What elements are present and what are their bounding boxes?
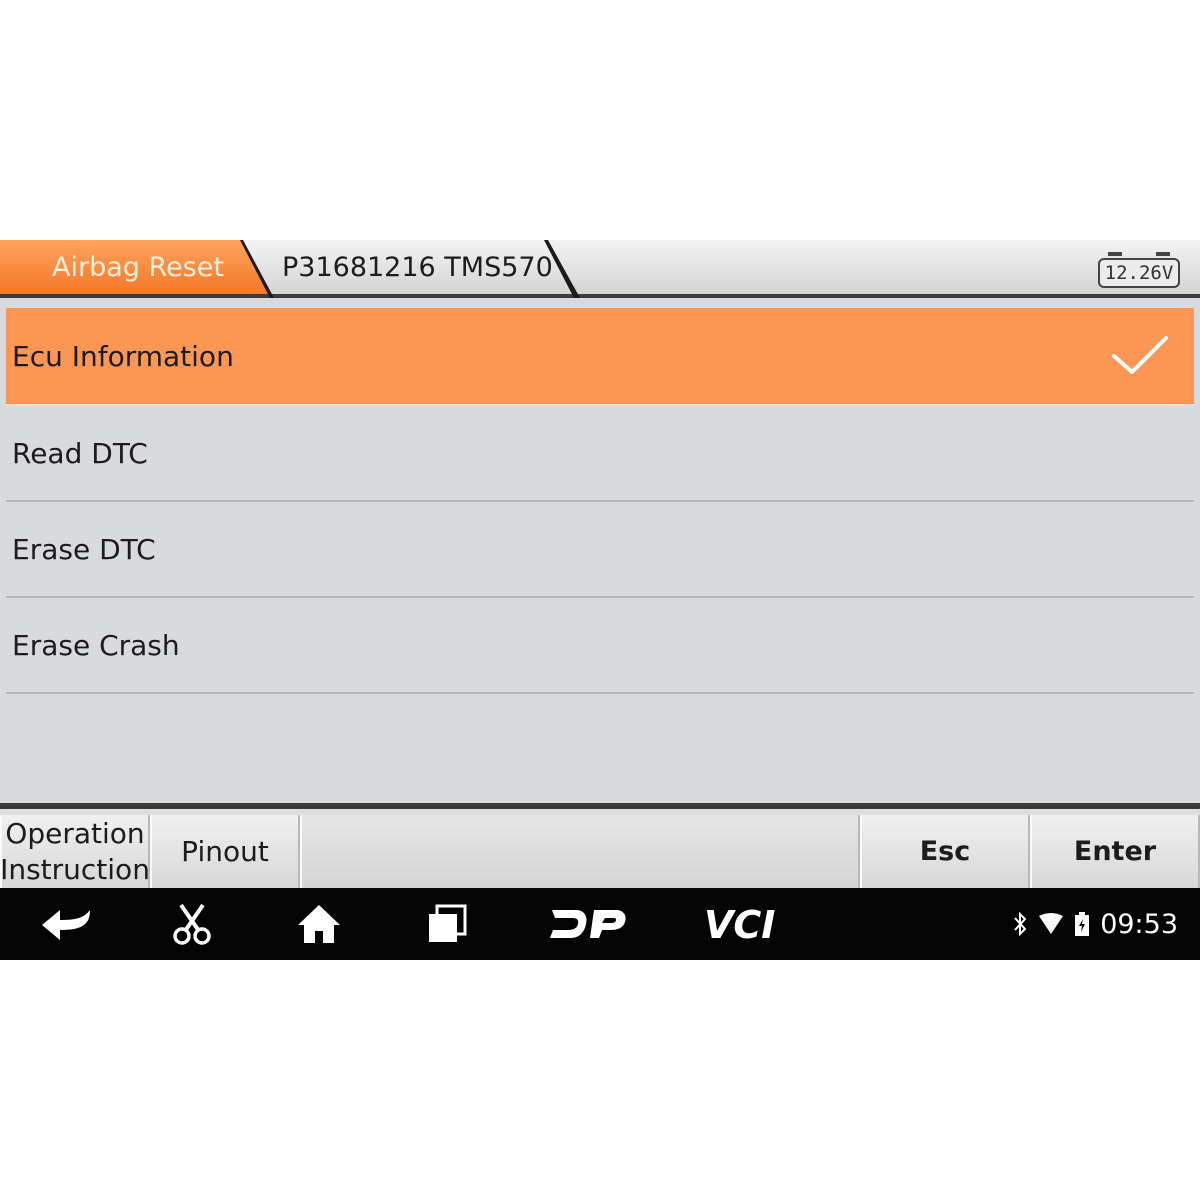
vci-label: VCI xyxy=(704,906,775,942)
breadcrumb-item-airbag-reset[interactable]: Airbag Reset xyxy=(0,240,272,294)
esc-button[interactable]: Esc xyxy=(860,815,1030,889)
button-label-line: Operation xyxy=(5,817,145,850)
vci-icon[interactable]: VCI xyxy=(700,902,794,946)
breadcrumb-bar: Airbag Reset P31681216 TMS570 12.26V xyxy=(0,240,1200,298)
battery-voltage-value: 12.26V xyxy=(1098,258,1180,288)
battery-terminal xyxy=(1108,252,1122,256)
status-area: 09:53 xyxy=(1012,902,1178,946)
list-item-label: Erase Crash xyxy=(12,628,180,662)
breadcrumb-label: Airbag Reset xyxy=(52,251,224,283)
home-icon[interactable] xyxy=(294,902,344,946)
bluetooth-icon xyxy=(1014,911,1027,937)
action-button-bar: Operation Instruction Pinout Esc Enter xyxy=(0,803,1200,889)
button-label: Esc xyxy=(919,836,971,867)
enter-button[interactable]: Enter xyxy=(1030,815,1200,889)
system-navigation-bar: VCI 09:53 xyxy=(0,888,1200,960)
list-item-label: Erase DTC xyxy=(12,532,156,566)
app-screen: Airbag Reset P31681216 TMS570 12.26V Ecu… xyxy=(0,240,1200,960)
button-label: Enter xyxy=(1073,836,1157,867)
breadcrumb-item-ecu[interactable]: P31681216 TMS570 xyxy=(258,240,580,294)
list-item-erase-crash[interactable]: Erase Crash xyxy=(6,598,1194,694)
button-label-line: Instruction xyxy=(0,853,150,886)
list-item-label: Read DTC xyxy=(12,436,148,470)
list-item-ecu-information[interactable]: Ecu Information xyxy=(6,308,1194,406)
battery-icon xyxy=(1075,912,1090,936)
wifi-icon xyxy=(1039,913,1064,934)
function-list: Ecu Information Read DTC Erase DTC Erase… xyxy=(6,308,1194,694)
back-icon[interactable] xyxy=(36,902,96,946)
operation-instruction-button[interactable]: Operation Instruction xyxy=(0,815,150,889)
list-item-read-dtc[interactable]: Read DTC xyxy=(6,406,1194,502)
empty-button-slot xyxy=(300,815,860,889)
status-time: 09:53 xyxy=(1100,908,1178,940)
breadcrumb-label: P31681216 TMS570 xyxy=(282,251,553,283)
button-label: Pinout xyxy=(181,835,269,868)
pinout-button[interactable]: Pinout xyxy=(150,815,300,889)
battery-voltage-indicator: 12.26V xyxy=(1098,252,1184,288)
recent-apps-icon[interactable] xyxy=(424,902,470,946)
dp-icon[interactable] xyxy=(548,902,628,946)
battery-terminal xyxy=(1156,252,1170,256)
scissors-icon[interactable] xyxy=(168,902,216,946)
list-item-erase-dtc[interactable]: Erase DTC xyxy=(6,502,1194,598)
list-item-label: Ecu Information xyxy=(12,339,234,373)
checkmark-icon xyxy=(1112,336,1168,374)
